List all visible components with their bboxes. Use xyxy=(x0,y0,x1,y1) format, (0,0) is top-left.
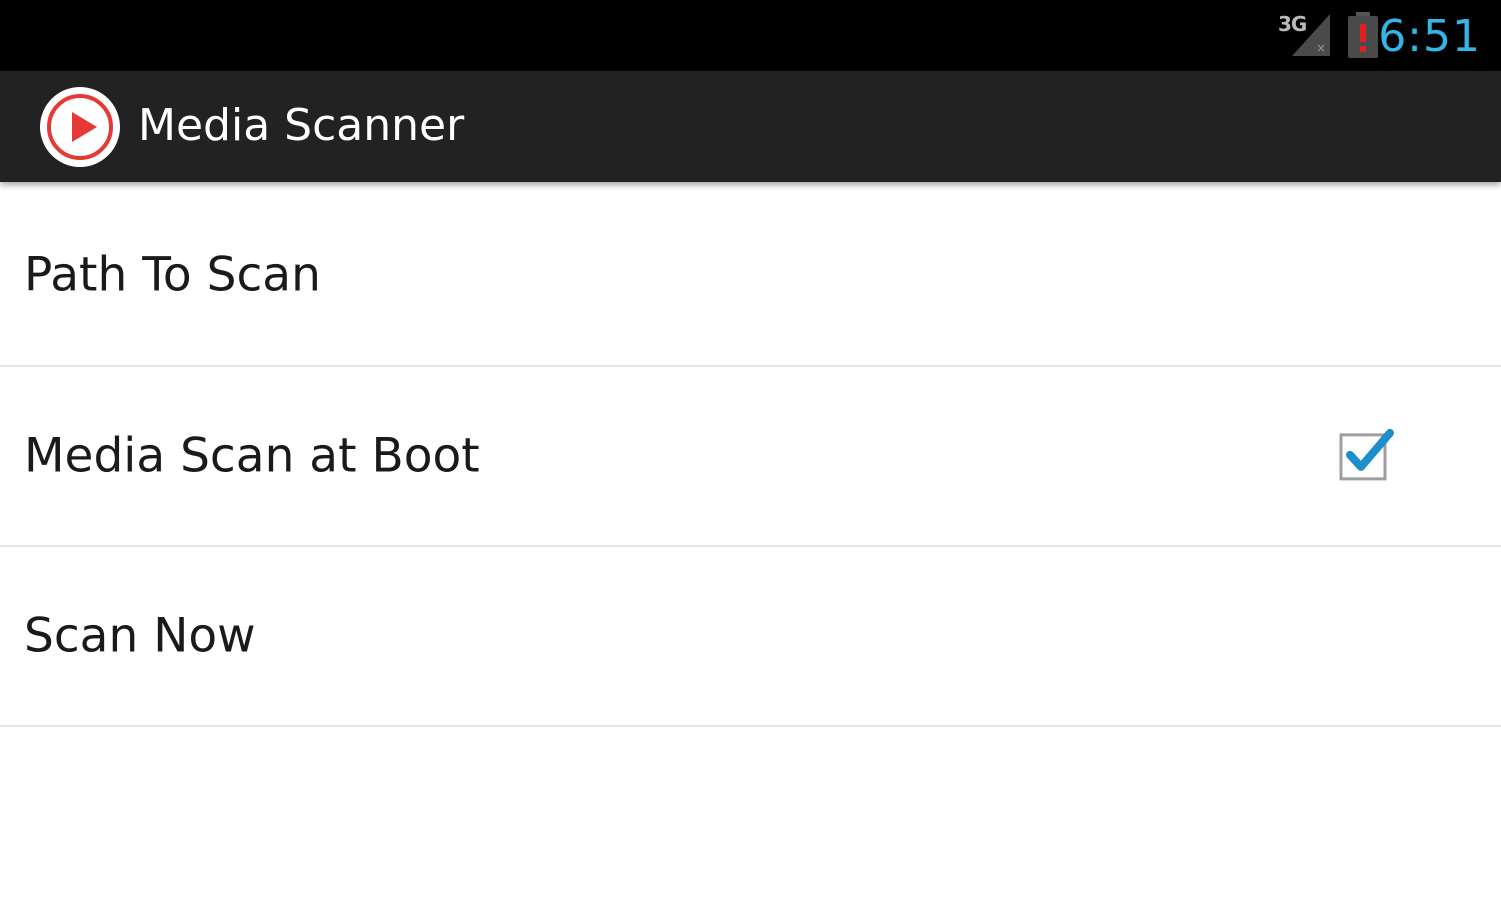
preference-label: Path To Scan xyxy=(24,247,321,303)
clock-time: 6:51 xyxy=(1378,11,1481,62)
action-bar: Media Scanner xyxy=(0,71,1501,182)
preference-media-scan-at-boot[interactable]: Media Scan at Boot xyxy=(0,367,1501,547)
preference-scan-now[interactable]: Scan Now xyxy=(0,547,1501,727)
svg-text:×: × xyxy=(1316,41,1326,55)
status-bar: 3G × 6:51 xyxy=(0,0,1501,71)
app-title: Media Scanner xyxy=(138,100,465,151)
signal-icon: × xyxy=(1292,14,1330,56)
play-icon[interactable] xyxy=(39,86,121,168)
preference-label: Media Scan at Boot xyxy=(24,428,480,484)
preference-path-to-scan[interactable]: Path To Scan xyxy=(0,185,1501,367)
checkbox-checked-icon[interactable] xyxy=(1338,427,1398,483)
preference-label: Scan Now xyxy=(24,608,256,664)
battery-alert-icon xyxy=(1348,12,1378,58)
preference-list: Path To Scan Media Scan at Boot Scan Now xyxy=(0,185,1501,727)
